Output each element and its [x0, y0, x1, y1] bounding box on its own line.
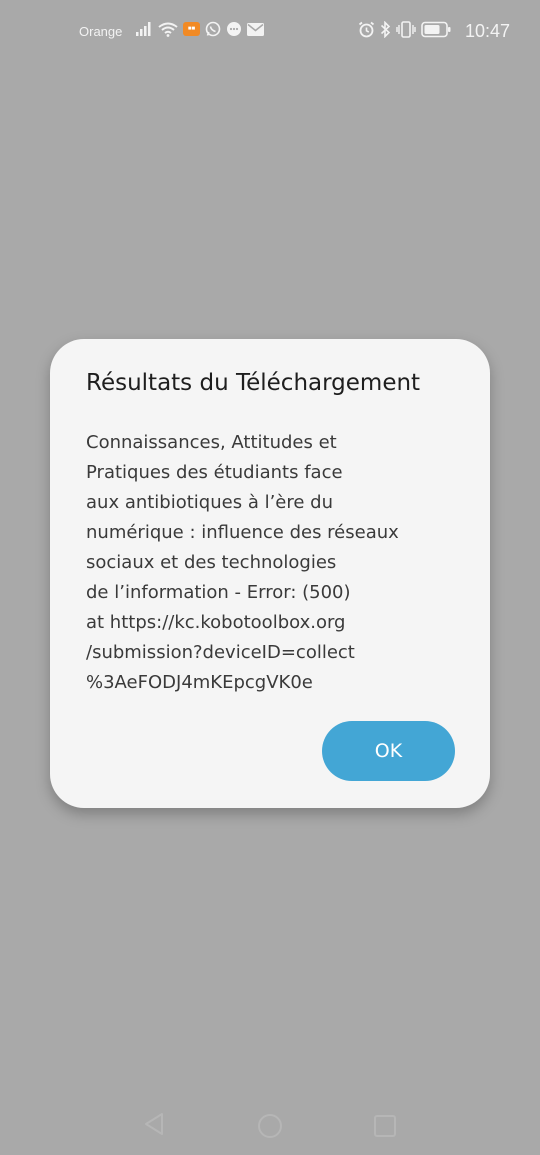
bluetooth-icon — [380, 21, 391, 38]
whatsapp-icon — [205, 21, 221, 37]
navigation-bar — [0, 1095, 540, 1155]
status-icons-left: ■■ — [136, 21, 264, 37]
dialog-message-line: numérique : influence des réseaux — [86, 522, 399, 543]
notification-app-icon: ■■ — [183, 22, 200, 36]
wifi-icon — [158, 22, 178, 37]
battery-icon — [421, 21, 451, 38]
back-icon[interactable] — [143, 1112, 165, 1136]
dialog-message-line: at https://kc.kobotoolbox.org — [86, 612, 346, 633]
dialog-message-line: sociaux et des technologies — [86, 552, 337, 573]
dialog-title: Résultats du Téléchargement — [86, 370, 421, 396]
status-icons-right — [358, 21, 451, 38]
dialog-message-line: %3AeFODJ4mKEpcgVK0e — [86, 672, 313, 693]
dialog-message-line: Pratiques des étudiants face — [86, 462, 343, 483]
dialog-message-line: /submission?deviceID=collect — [86, 642, 355, 663]
vibrate-icon — [396, 21, 416, 38]
messages-icon — [227, 22, 241, 36]
signal-icon — [136, 22, 151, 36]
dialog-message-line: aux antibiotiques à l’ère du — [86, 492, 333, 513]
recent-apps-icon[interactable] — [373, 1114, 397, 1138]
upload-results-dialog: Résultats du Téléchargement Connaissance… — [50, 339, 490, 808]
home-icon[interactable] — [257, 1113, 283, 1139]
alarm-icon — [358, 21, 375, 38]
dialog-message-line: Connaissances, Attitudes et — [86, 432, 337, 453]
carrier-name: Orange — [79, 24, 123, 39]
dialog-message-line: de l’information - Error: (500) — [86, 582, 351, 603]
dialog-message: Connaissances, Attitudes et Pratiques de… — [86, 428, 456, 698]
ok-button[interactable]: OK — [322, 721, 455, 781]
mail-icon — [247, 22, 264, 36]
status-clock: 10:47 — [465, 21, 511, 41]
status-bar: Orange ■■ 10:47 — [0, 0, 540, 64]
